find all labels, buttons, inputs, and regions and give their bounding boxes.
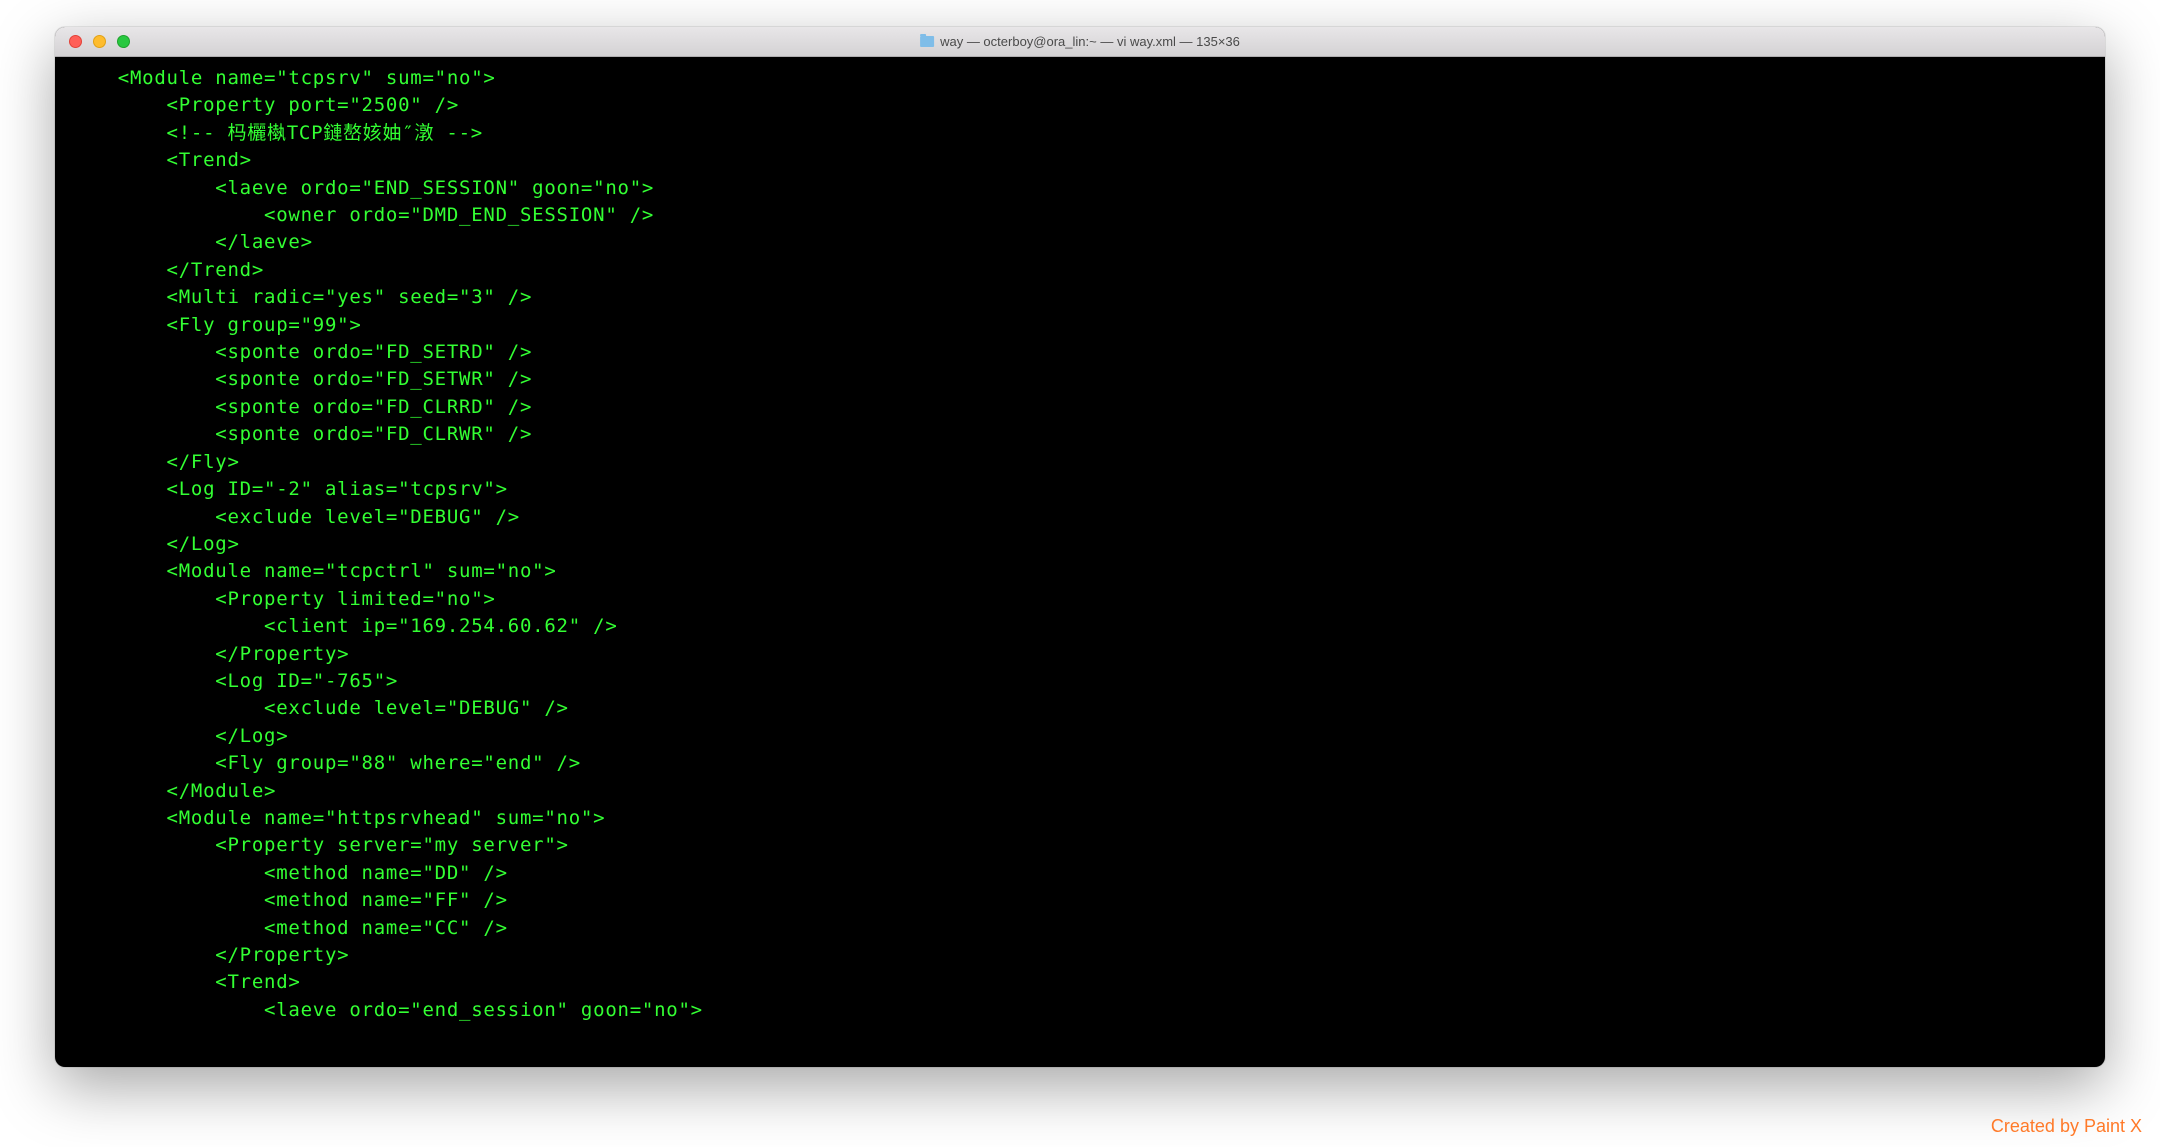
terminal-line: <client ip="169.254.60.62" /> <box>69 615 618 637</box>
minimize-icon[interactable] <box>93 35 106 48</box>
terminal-line: <Module name="tcpctrl" sum="no"> <box>69 560 557 582</box>
terminal-line: <Module name="httpsrvhead" sum="no"> <box>69 807 605 829</box>
terminal-line: <Trend> <box>69 149 252 171</box>
terminal-line: <Property server="my server"> <box>69 834 569 856</box>
terminal-line: <method name="FF" /> <box>69 889 508 911</box>
terminal-line: <Property limited="no"> <box>69 588 496 610</box>
terminal-line: <sponte ordo="FD_CLRWR" /> <box>69 423 532 445</box>
window-title: way — octerboy@ora_lin:~ — vi way.xml — … <box>940 34 1240 49</box>
close-icon[interactable] <box>69 35 82 48</box>
terminal-line: </Log> <box>69 533 240 555</box>
terminal-line: </Property> <box>69 944 349 966</box>
terminal-line: <exclude level="DEBUG" /> <box>69 697 569 719</box>
terminal-line: <sponte ordo="FD_CLRRD" /> <box>69 396 532 418</box>
folder-icon <box>920 36 934 47</box>
terminal-line: <method name="CC" /> <box>69 917 508 939</box>
terminal-line: </Trend> <box>69 259 264 281</box>
terminal-line: <sponte ordo="FD_SETRD" /> <box>69 341 532 363</box>
terminal-window: way — octerboy@ora_lin:~ — vi way.xml — … <box>55 27 2105 1067</box>
terminal-line: <Fly group="99"> <box>69 314 362 336</box>
terminal-line: <Log ID="-2" alias="tcpsrv"> <box>69 478 508 500</box>
terminal-body[interactable]: <Module name="tcpsrv" sum="no"> <Propert… <box>55 57 2105 1032</box>
terminal-line: </Fly> <box>69 451 240 473</box>
terminal-line: <laeve ordo="end_session" goon="no"> <box>69 999 703 1021</box>
terminal-line: </Log> <box>69 725 288 747</box>
watermark-text: Created by Paint X <box>1991 1116 2142 1137</box>
terminal-line: <laeve ordo="END_SESSION" goon="no"> <box>69 177 654 199</box>
terminal-line: <Trend> <box>69 971 301 993</box>
terminal-line: </Module> <box>69 780 276 802</box>
terminal-line: <owner ordo="DMD_END_SESSION" /> <box>69 204 654 226</box>
traffic-lights <box>55 35 130 48</box>
maximize-icon[interactable] <box>117 35 130 48</box>
terminal-line: </laeve> <box>69 231 313 253</box>
title-wrap: way — octerboy@ora_lin:~ — vi way.xml — … <box>920 34 1240 49</box>
terminal-line: <Fly group="88" where="end" /> <box>69 752 581 774</box>
terminal-line: <Multi radic="yes" seed="3" /> <box>69 286 532 308</box>
terminal-line: <Log ID="-765"> <box>69 670 398 692</box>
terminal-line: </Property> <box>69 643 349 665</box>
terminal-line: <Property port="2500" /> <box>69 94 459 116</box>
terminal-line: <!-- 杩欐槸TCP鏈嶅姟妯″潡 --> <box>69 122 483 144</box>
titlebar: way — octerboy@ora_lin:~ — vi way.xml — … <box>55 27 2105 57</box>
terminal-line: <exclude level="DEBUG" /> <box>69 506 520 528</box>
terminal-line: <Module name="tcpsrv" sum="no"> <box>69 67 496 89</box>
terminal-line: <sponte ordo="FD_SETWR" /> <box>69 368 532 390</box>
terminal-line: <method name="DD" /> <box>69 862 508 884</box>
